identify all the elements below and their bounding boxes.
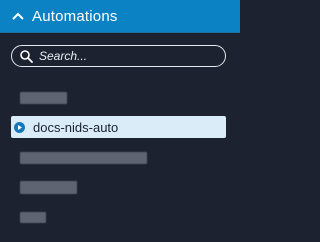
automations-panel: Automations docs-nids-auto — [0, 0, 240, 242]
chevron-up-icon[interactable] — [7, 0, 29, 33]
list-item-redacted[interactable] — [20, 152, 147, 164]
search-input[interactable] — [39, 49, 219, 63]
list-item-selected[interactable]: docs-nids-auto — [11, 116, 226, 138]
automations-header[interactable]: Automations — [0, 0, 240, 33]
list-item-redacted[interactable] — [20, 92, 67, 104]
search-box[interactable] — [11, 45, 226, 67]
list-item-redacted[interactable] — [20, 212, 46, 223]
list-item-label: docs-nids-auto — [33, 119, 119, 135]
panel-title: Automations — [32, 7, 118, 25]
play-circle-icon — [14, 121, 25, 133]
search-icon — [19, 49, 33, 63]
list-item-redacted[interactable] — [20, 181, 77, 194]
